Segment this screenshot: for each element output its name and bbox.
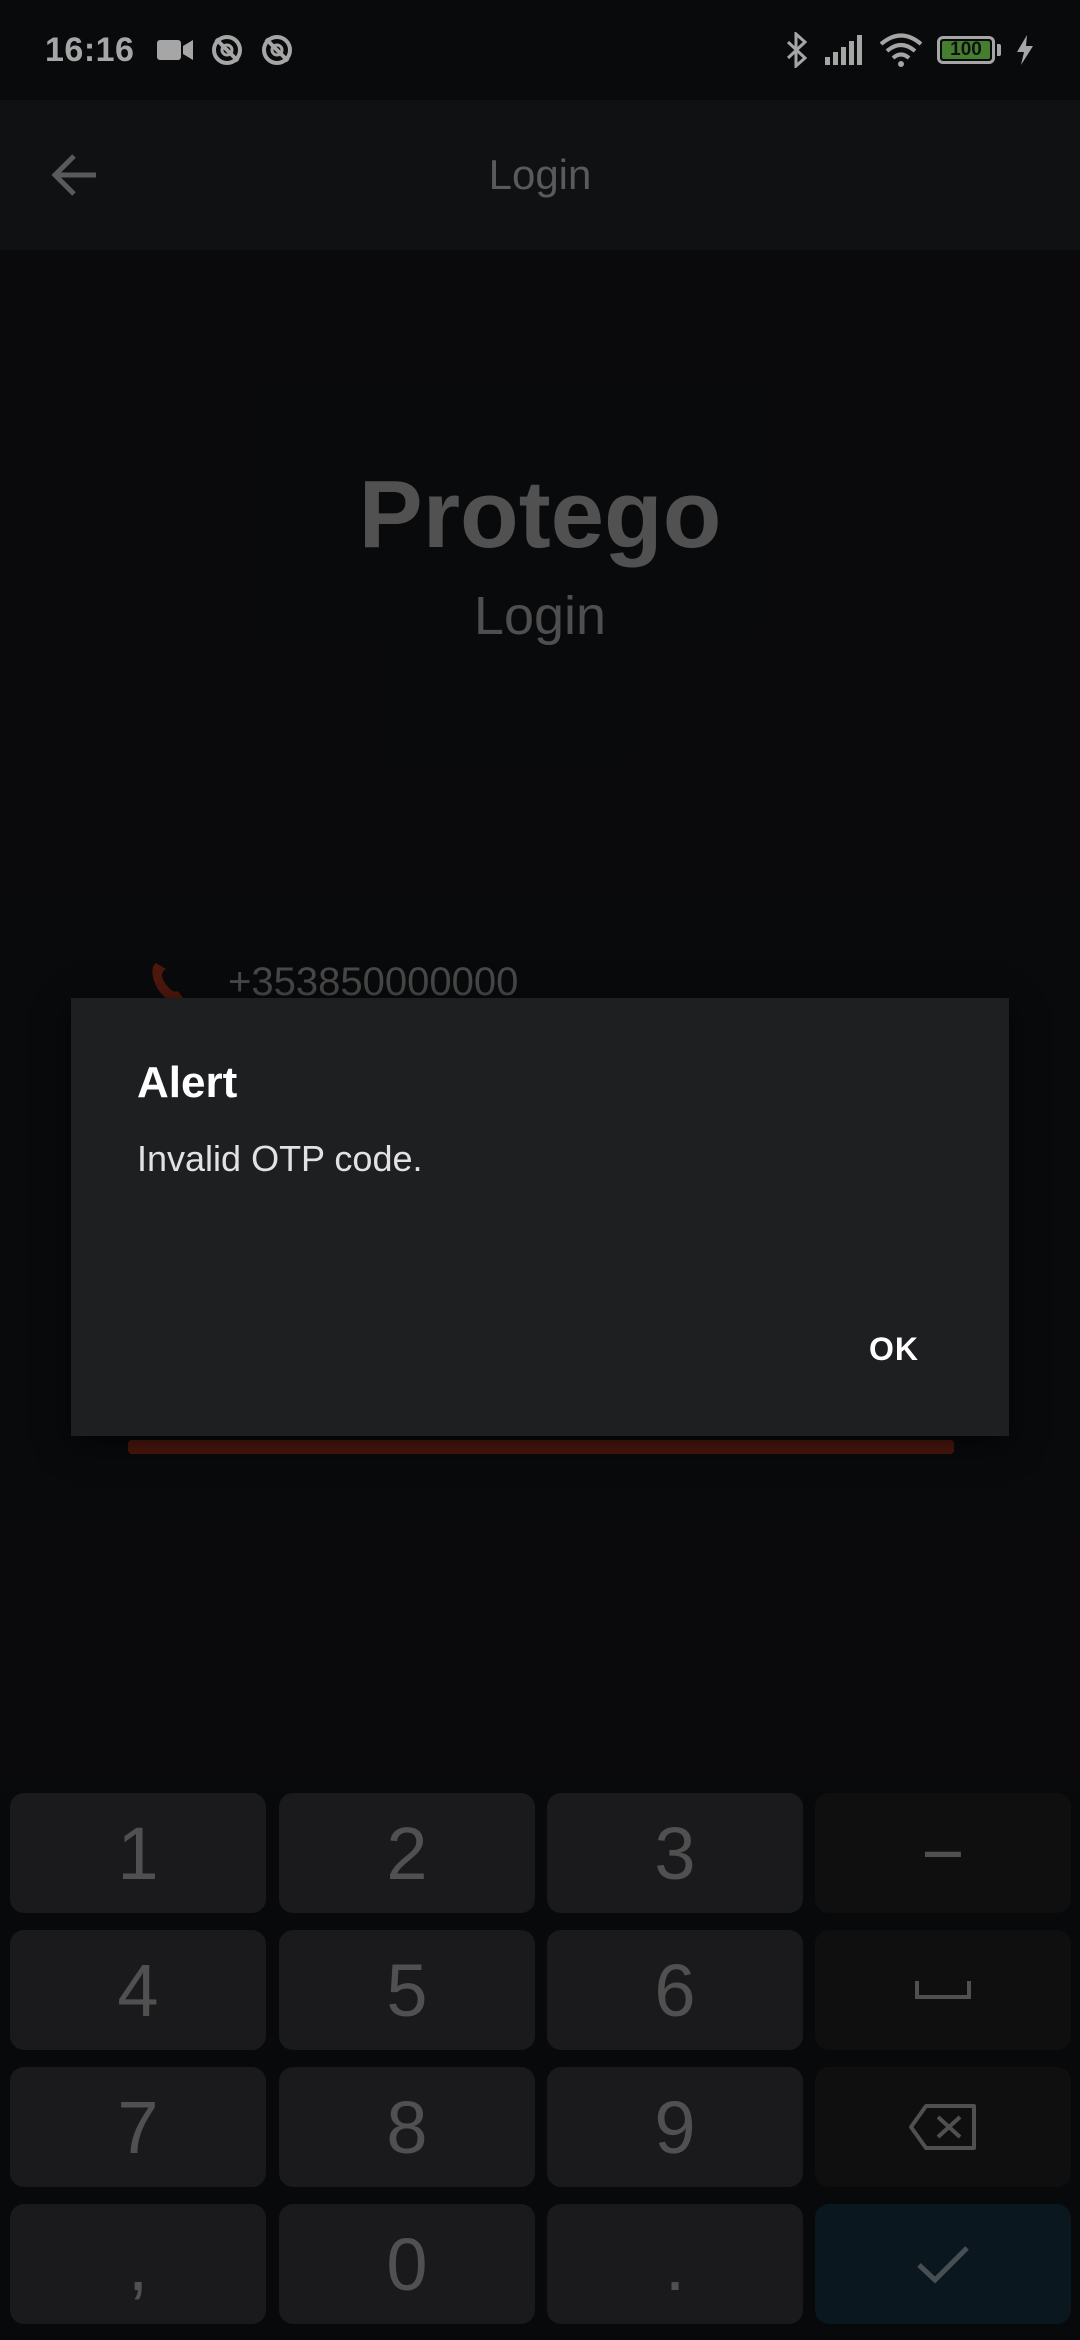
key-period[interactable]: . — [547, 2204, 803, 2324]
key-8[interactable]: 8 — [279, 2067, 535, 2187]
key-space[interactable] — [815, 1930, 1071, 2050]
arrow-left-icon — [51, 154, 96, 196]
dialog-title: Alert — [137, 1058, 238, 1107]
numeric-keypad: 1 2 3 − 4 5 6 7 8 9 , 0 . — [0, 1790, 1080, 2340]
status-right-icons: 100 — [785, 32, 1035, 68]
bluetooth-icon — [786, 32, 808, 68]
key-4[interactable]: 4 — [10, 1930, 266, 2050]
page-title: Login — [488, 151, 592, 198]
battery-cap — [997, 44, 1001, 56]
key-1[interactable]: 1 — [10, 1793, 266, 1913]
key-backspace[interactable] — [815, 2067, 1071, 2187]
checkmark-icon — [917, 2246, 969, 2284]
submit-button[interactable] — [128, 1440, 954, 1454]
video-camera-icon — [157, 40, 194, 60]
sync-off-icon — [262, 35, 293, 65]
ok-button[interactable]: OK — [869, 1331, 919, 1368]
dialog-message: Invalid OTP code. — [137, 1138, 423, 1179]
status-left-icons — [156, 33, 294, 67]
signal-icon — [825, 35, 862, 65]
status-time: 16:16 — [45, 30, 135, 69]
key-7[interactable]: 7 — [10, 2067, 266, 2187]
wifi-icon — [879, 33, 923, 67]
charging-bolt-icon — [1017, 35, 1033, 65]
battery-level: 100 — [950, 39, 982, 60]
key-2[interactable]: 2 — [279, 1793, 535, 1913]
app-bar: Login — [0, 100, 1080, 250]
brand-title: Protego — [358, 461, 722, 568]
status-bar: 16:16 100 — [0, 0, 1080, 100]
key-0[interactable]: 0 — [279, 2204, 535, 2324]
key-3[interactable]: 3 — [547, 1793, 803, 1913]
key-6[interactable]: 6 — [547, 1930, 803, 2050]
back-button[interactable] — [40, 140, 110, 210]
alert-dialog: Alert Invalid OTP code. OK — [71, 998, 1009, 1436]
sync-off-icon — [212, 35, 243, 65]
key-5[interactable]: 5 — [279, 1930, 535, 2050]
key-done[interactable] — [815, 2204, 1071, 2324]
key-minus[interactable]: − — [815, 1793, 1071, 1913]
key-comma[interactable]: , — [10, 2204, 266, 2324]
space-icon — [915, 1981, 971, 1999]
brand-subtitle: Login — [473, 586, 607, 646]
battery-icon: 100 — [937, 36, 995, 64]
backspace-icon — [909, 2104, 976, 2150]
key-9[interactable]: 9 — [547, 2067, 803, 2187]
